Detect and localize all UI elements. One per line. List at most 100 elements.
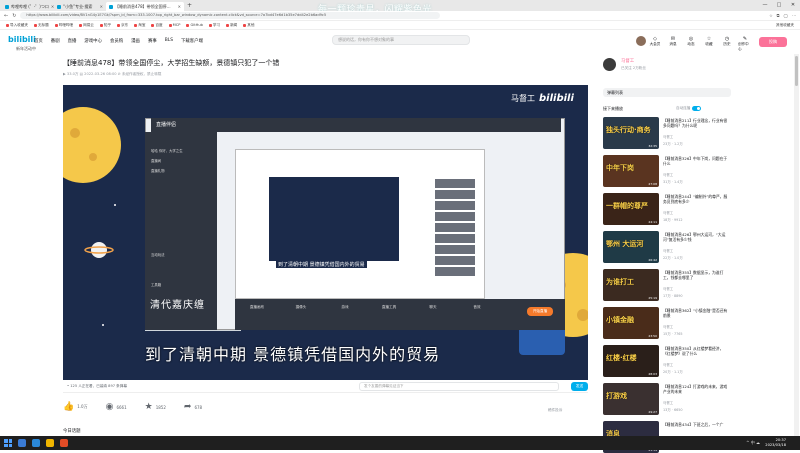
avatar[interactable] bbox=[636, 36, 646, 46]
bookmark-item[interactable]: 百度 bbox=[151, 23, 163, 28]
bookmark-item[interactable]: 哔哩哔哩 bbox=[54, 23, 73, 28]
autoplay-toggle[interactable]: 自动连播 bbox=[676, 106, 702, 111]
like-button[interactable]: 👍 1.0万 bbox=[63, 402, 88, 412]
recommend-thumbnail[interactable]: 小镇金融 23:50 bbox=[603, 307, 659, 339]
uploader-name[interactable]: 马督工 bbox=[621, 58, 634, 64]
clock[interactable]: 20:37 2023/03/18 bbox=[765, 438, 786, 448]
header-nav-item[interactable]: ☆ 收藏 bbox=[702, 36, 716, 52]
folder-icon[interactable] bbox=[46, 439, 54, 447]
nav-item[interactable]: 直播 bbox=[68, 38, 77, 44]
send-button[interactable]: 发送 bbox=[571, 382, 588, 391]
recommend-author[interactable]: 马督工 bbox=[663, 172, 673, 177]
nav-item[interactable]: BLS bbox=[165, 38, 173, 44]
edge-icon[interactable] bbox=[32, 439, 40, 447]
header-nav-item[interactable]: ◷ 历史 bbox=[720, 36, 734, 52]
close-tab-icon[interactable]: ✕ bbox=[100, 4, 103, 9]
recommend-title[interactable]: 【睡前消息326】中年下岗，问题在于什么 bbox=[663, 156, 729, 166]
recommend-author[interactable]: 马督工 bbox=[663, 400, 673, 405]
close-button[interactable]: ✕ bbox=[786, 0, 800, 11]
recommend-title[interactable]: 【睡前消息426】鄂州大运河，“大运河”复活有多少钱 bbox=[663, 232, 729, 242]
bookmark-item[interactable]: 网易云 bbox=[79, 23, 94, 28]
new-tab-icon[interactable]: + bbox=[187, 2, 192, 9]
recommend-item[interactable]: 小镇金融 23:50 【睡前消息362】“小镇金融”是否还有前景 马督工 15万 · 7… bbox=[603, 307, 731, 339]
favorite-button[interactable]: ★ 1852 bbox=[145, 402, 166, 412]
recommend-item[interactable]: 独头行动·商务 32:35 【睡前消息211】行业理念，行业有很多问题吗？为什么呢马… bbox=[603, 117, 731, 149]
recommend-thumbnail[interactable]: 中年下岗 27:08 bbox=[603, 155, 659, 187]
recommend-item[interactable]: 为谁打工 25:19 【睡前消息355】数据显示，为谁打工，钱都去哪里了 马督工 17万… bbox=[603, 269, 731, 301]
system-tray[interactable]: ^ 中 ☁ bbox=[746, 440, 760, 446]
bookmark-item[interactable]: 新闻 bbox=[226, 23, 237, 28]
back-icon[interactable]: ← bbox=[4, 13, 8, 19]
report-link[interactable]: 稿件投诉 bbox=[548, 408, 562, 413]
recommend-title[interactable]: 【睡前消息244】“编制外”的尊严，服务员到底有多少 bbox=[663, 194, 729, 204]
start-icon[interactable] bbox=[4, 439, 12, 447]
upload-button[interactable]: 投稿 bbox=[759, 37, 787, 47]
recommend-item[interactable]: 中年下岗 27:08 【睡前消息326】中年下岗，问题在于什么 马督工 31万 · 1.… bbox=[603, 155, 731, 187]
browser-tab[interactable]: 哔哩哔哩 (゜-゜)つロ ✕ bbox=[2, 2, 54, 11]
recommend-author[interactable]: 马督工 bbox=[663, 362, 673, 367]
recommend-thumbnail[interactable]: 红楼·红楼 28:03 bbox=[603, 345, 659, 377]
nav-item[interactable]: 番剧 bbox=[51, 38, 60, 44]
recommend-author[interactable]: 马督工 bbox=[663, 324, 673, 329]
refresh-icon[interactable]: ↻ bbox=[12, 13, 16, 19]
nav-item[interactable]: 漫画 bbox=[131, 38, 140, 44]
profile-icon[interactable]: ◯ bbox=[784, 13, 788, 18]
bookmark-item[interactable]: 无标题 bbox=[33, 23, 49, 28]
bookmark-item[interactable]: MCP bbox=[168, 23, 180, 27]
header-nav-item[interactable]: ◇ 大会员 bbox=[648, 36, 662, 52]
scrollbar[interactable] bbox=[794, 54, 799, 436]
share-button[interactable]: ➦ 678 bbox=[184, 402, 202, 412]
recommend-title[interactable]: 【睡前消息124】打游戏的未来，游戏产业的未来 bbox=[663, 384, 729, 394]
nav-item[interactable]: 游戏中心 bbox=[84, 38, 102, 44]
bookmark-item[interactable]: 京东 bbox=[117, 23, 128, 28]
app-icon[interactable] bbox=[60, 439, 68, 447]
bilibili-logo[interactable]: bilibili bbox=[8, 35, 36, 44]
nav-item[interactable]: 会员购 bbox=[110, 38, 123, 44]
menu-icon[interactable]: ⋯ bbox=[792, 13, 796, 18]
recommend-title[interactable]: 【睡前消息362】“小镇金融”是否还有前景 bbox=[663, 308, 729, 318]
bookmark-item[interactable]: 其他 bbox=[243, 23, 254, 28]
bookmark-item[interactable]: 导入收藏夹 bbox=[6, 23, 28, 28]
minimize-button[interactable]: — bbox=[758, 0, 772, 11]
close-tab-icon[interactable]: ✕ bbox=[178, 4, 181, 9]
coin-button[interactable]: ◉ 6661 bbox=[106, 402, 127, 412]
nav-item[interactable]: 赛事 bbox=[148, 38, 157, 44]
browser-tab-active[interactable]: 【睡前消息478】带领全国停… ✕ bbox=[106, 2, 184, 11]
recommend-title[interactable]: 【睡前消息350】从红楼梦看经济，《红楼梦》说了什么 bbox=[663, 346, 729, 356]
recommend-item[interactable]: 红楼·红楼 28:03 【睡前消息350】从红楼梦看经济，《红楼梦》说了什么 马督工 2… bbox=[603, 345, 731, 377]
recommend-item[interactable]: 一群帽的尊严 24:11 【睡前消息244】“编制外”的尊严，服务员到底有多少马督工… bbox=[603, 193, 731, 225]
danmu-input[interactable]: 发个友善的弹幕见证当下 bbox=[359, 382, 559, 391]
scrollbar-thumb[interactable] bbox=[795, 56, 798, 86]
recommend-title[interactable]: 【睡前消息434】下班之后，一个广 bbox=[663, 422, 729, 427]
search-input[interactable]: 想说的话，你有你不想对象的事 bbox=[332, 35, 470, 45]
recommend-author[interactable]: 马督工 bbox=[663, 286, 673, 291]
browser-tab[interactable]: “小鱼”专业·搜索 ✕ bbox=[54, 2, 106, 11]
danmu-list-toggle[interactable]: 弹幕列表 bbox=[603, 88, 731, 97]
recommend-item[interactable]: 打游戏 29:27 【睡前消息124】打游戏的未来，游戏产业的未来 马督工 13万 · … bbox=[603, 383, 731, 415]
nav-item[interactable]: 下载客户端 bbox=[181, 38, 203, 44]
recommend-author[interactable]: 马督工 bbox=[663, 248, 673, 253]
uploader-avatar[interactable] bbox=[603, 58, 616, 71]
nav-item[interactable]: 首页 bbox=[34, 38, 43, 44]
recommend-thumbnail[interactable]: 为谁打工 25:19 bbox=[603, 269, 659, 301]
other-bookmarks[interactable]: 其他收藏夹 bbox=[776, 23, 794, 28]
recommend-thumbnail[interactable]: 独头行动·商务 32:35 bbox=[603, 117, 659, 149]
maximize-button[interactable]: □ bbox=[772, 0, 786, 11]
header-nav-item[interactable]: ✎ 创作中心 bbox=[738, 36, 752, 52]
recommend-author[interactable]: 马督工 bbox=[663, 210, 673, 215]
recommend-author[interactable]: 马督工 bbox=[663, 134, 673, 139]
recommend-thumbnail[interactable]: 一群帽的尊严 24:11 bbox=[603, 193, 659, 225]
star-icon[interactable]: ☆ bbox=[769, 13, 773, 18]
toggle-switch[interactable] bbox=[692, 106, 702, 111]
extensions-icon[interactable]: ⧉ bbox=[777, 13, 780, 18]
header-nav-item[interactable]: ◎ 动态 bbox=[684, 36, 698, 52]
search-app-icon[interactable] bbox=[18, 439, 26, 447]
recommend-item[interactable]: 鄂州 大运河 26:42 【睡前消息426】鄂州大运河，“大运河”复活有多少钱 马督工… bbox=[603, 231, 731, 263]
bookmark-item[interactable]: 淘宝 bbox=[134, 23, 145, 28]
recommend-title[interactable]: 【睡前消息355】数据显示，为谁打工，钱都去哪里了 bbox=[663, 270, 729, 280]
bookmark-item[interactable]: 知乎 bbox=[99, 23, 111, 28]
bookmark-item[interactable]: 学习 bbox=[208, 23, 220, 28]
header-nav-item[interactable]: ✉ 消息 bbox=[666, 36, 680, 52]
video-player[interactable]: 马督工 bilibili 直播伴侣 哈哈 你好，大学之生 直播间 直播礼物 互动玩法 工具… bbox=[63, 85, 588, 380]
url-field[interactable]: https://www.bilibili.com/video/BV1nG4y1E… bbox=[20, 12, 441, 19]
